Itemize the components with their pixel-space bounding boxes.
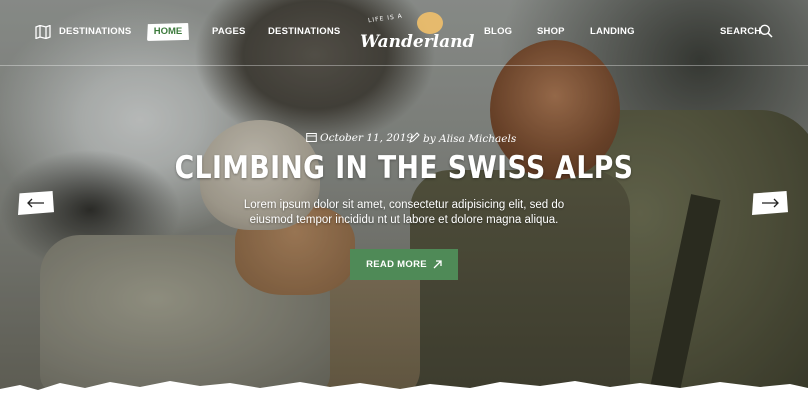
nav-pages[interactable]: PAGES: [212, 26, 246, 37]
read-more-label: READ MORE: [366, 259, 427, 270]
post-title[interactable]: CLIMBING IN THE SWISS ALPS: [57, 150, 752, 186]
post-date: October 11, 2019: [306, 132, 413, 144]
map-icon[interactable]: [35, 25, 51, 39]
post-author[interactable]: by Alisa Michaels: [409, 132, 516, 145]
calendar-icon: [306, 133, 317, 142]
nav-shop[interactable]: SHOP: [537, 26, 565, 37]
nav-landing[interactable]: LANDING: [590, 26, 635, 37]
arrow-left-icon: [27, 198, 44, 208]
post-meta: October 11, 2019 by Alisa Michaels: [0, 132, 808, 146]
nav-destinations-left[interactable]: DESTINATIONS: [59, 26, 131, 37]
arrow-right-icon: [762, 198, 779, 208]
arrow-up-right-icon: [433, 260, 442, 269]
slider-prev-button[interactable]: [18, 191, 54, 215]
post-excerpt: Lorem ipsum dolor sit amet, consectetur …: [243, 199, 565, 226]
logo-sun-icon: [417, 12, 443, 34]
nav-home[interactable]: HOME: [147, 23, 189, 41]
site-logo[interactable]: LIFE IS A Wanderland: [360, 12, 475, 58]
post-date-text: October 11, 2019: [320, 132, 414, 144]
pen-icon: [409, 132, 420, 143]
search-icon[interactable]: [759, 24, 773, 38]
nav-blog[interactable]: BLOG: [484, 26, 512, 37]
nav-search[interactable]: SEARCH: [720, 26, 761, 37]
nav-destinations[interactable]: DESTINATIONS: [268, 26, 340, 37]
post-author-text: by Alisa Michaels: [423, 133, 517, 145]
read-more-button[interactable]: READ MORE: [350, 249, 458, 280]
torn-edge: [0, 381, 808, 403]
logo-name: Wanderland: [360, 32, 475, 52]
top-navigation: DESTINATIONS HOME PAGES DESTINATIONS LIF…: [0, 0, 808, 66]
slider-next-button[interactable]: [752, 191, 788, 215]
logo-tagline: LIFE IS A: [367, 12, 404, 25]
